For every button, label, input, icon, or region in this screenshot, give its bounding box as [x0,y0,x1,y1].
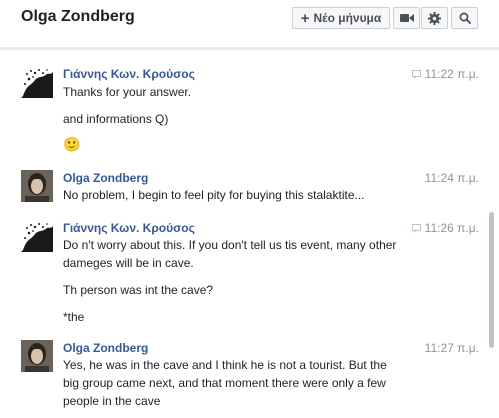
sender-name[interactable]: Γιάννης Κων. Κρούσος [63,67,195,81]
message-timestamp: 11:24 π.μ. [424,171,479,185]
message-text: big group came next, and that moment the… [63,376,386,390]
search-button[interactable] [451,7,478,29]
message-timestamp: 11:27 π.μ. [424,341,479,355]
message-text: Yes, he was in the cave and I think he i… [63,358,387,372]
message-text: Do n't worry about this. If you don't te… [63,238,397,252]
settings-button[interactable] [421,7,448,29]
message-timestamp: 11:26 π.μ. [411,221,479,235]
smiley-emoji: 🙂 [63,136,81,152]
forward-icon [411,70,421,79]
gear-icon [428,11,441,25]
message-text: *the [63,310,85,324]
message-timestamp: 11:22 π.μ. [411,67,479,81]
conversation-header: Olga Zondberg + Νέο μήνυμα [0,0,499,40]
message-text: people in the cave [63,394,161,408]
header-divider [0,47,499,50]
avatar[interactable] [21,220,53,252]
video-call-button[interactable] [393,7,420,29]
timestamp-text: 11:26 π.μ. [424,221,479,235]
sender-name[interactable]: Γιάννης Κων. Κρούσος [63,221,195,235]
plus-icon: + [300,9,310,27]
message-text: and informations Q) [63,112,169,126]
message-text: No problem, I begin to feel pity for buy… [63,188,365,202]
avatar[interactable] [21,170,53,202]
new-message-label: Νέο μήνυμα [313,11,382,25]
conversation-title: Olga Zondberg [21,8,135,25]
scrollbar[interactable] [489,212,494,348]
search-icon [459,12,471,24]
avatar[interactable] [21,340,53,372]
avatar[interactable] [21,66,53,98]
forward-icon [411,224,421,233]
timestamp-text: 11:22 π.μ. [424,67,479,81]
sender-name[interactable]: Olga Zondberg [63,341,148,355]
message-text: Thanks for your answer. [63,85,192,99]
new-message-button[interactable]: + Νέο μήνυμα [292,7,390,29]
message-text: Th person was int the cave? [63,283,214,297]
video-camera-icon [399,14,414,22]
message-text: dameges will be in cave. [63,256,194,270]
sender-name[interactable]: Olga Zondberg [63,171,148,185]
